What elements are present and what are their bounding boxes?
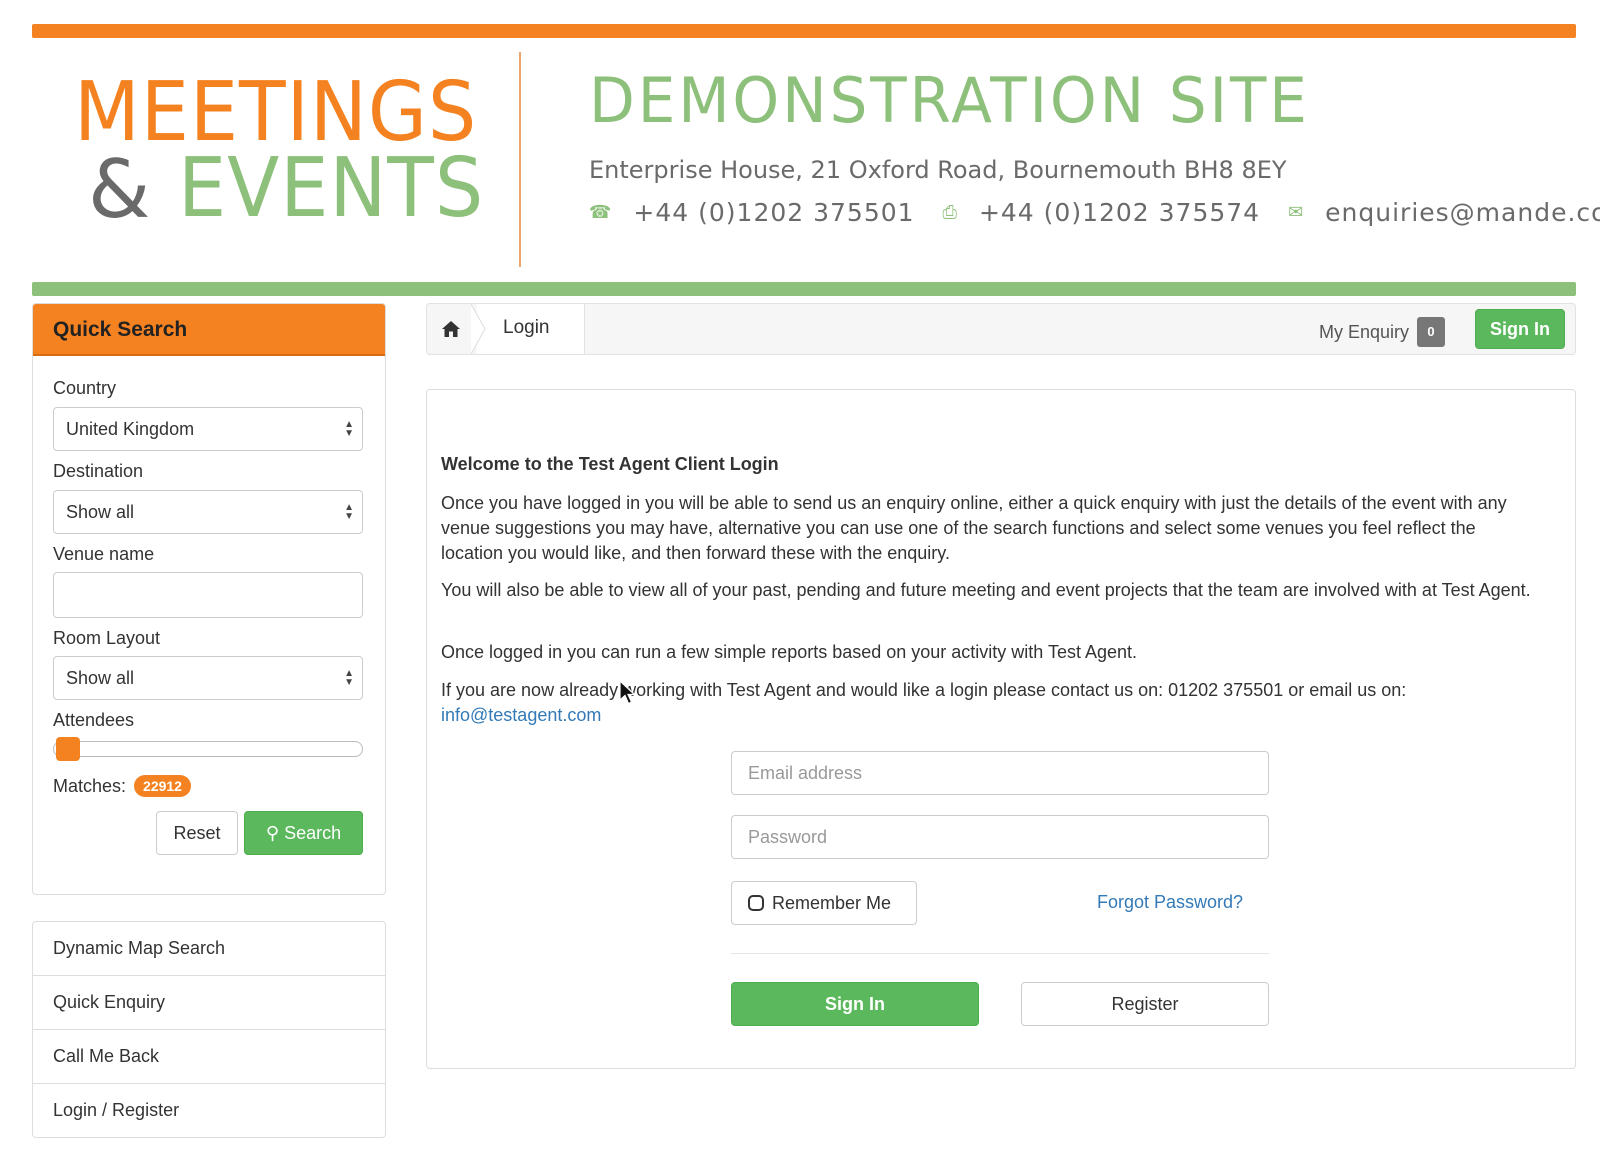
country-value: United Kingdom — [66, 419, 195, 439]
contact-text: If you are now already working with Test… — [441, 680, 1407, 700]
header-divider — [519, 52, 521, 267]
country-label: Country — [53, 378, 117, 398]
select-arrows-icon: ▲ ▼ — [344, 419, 354, 439]
link-call-me-back[interactable]: Call Me Back — [33, 1030, 385, 1084]
matches-count-badge: 22912 — [134, 775, 191, 797]
phone-number: +44 (0)1202 375501 — [633, 198, 915, 227]
phone-icon: ☎ — [589, 202, 612, 223]
mouse-cursor-icon — [619, 680, 637, 705]
search-button[interactable]: ⚲ Search — [244, 811, 363, 855]
home-icon[interactable] — [427, 304, 475, 354]
contact-line: ☎ +44 (0)1202 375501 ⎙ +44 (0)1202 37557… — [589, 198, 1600, 227]
link-quick-enquiry[interactable]: Quick Enquiry — [33, 976, 385, 1030]
search-button-label: Search — [284, 823, 342, 843]
sign-in-button[interactable]: Sign In — [731, 982, 979, 1026]
login-paragraph-4: If you are now already working with Test… — [441, 678, 1541, 728]
breadcrumb: Login My Enquiry 0 Sign In — [426, 303, 1576, 355]
forgot-password-link[interactable]: Forgot Password? — [1097, 892, 1243, 913]
matches-row: Matches: 22912 — [53, 775, 191, 797]
room-layout-value: Show all — [66, 668, 135, 688]
destination-select[interactable]: Show all ▲ ▼ — [53, 490, 363, 534]
attendees-label: Attendees — [53, 710, 135, 730]
login-heading: Welcome to the Test Agent Client Login — [441, 454, 779, 474]
envelope-icon: ✉ — [1288, 202, 1304, 223]
login-paragraph-3: Once logged in you can run a few simple … — [441, 642, 1138, 662]
attendees-slider[interactable] — [53, 737, 363, 761]
breadcrumb-current: Login — [477, 304, 585, 354]
my-enquiry-label: My Enquiry — [1318, 321, 1409, 342]
side-links: Dynamic Map Search Quick Enquiry Call Me… — [32, 921, 386, 1138]
login-paragraph-2: You will also be able to view all of you… — [441, 580, 1531, 600]
logo-ampersand: & — [88, 143, 151, 236]
room-layout-select[interactable]: Show all ▲ ▼ — [53, 656, 363, 700]
destination-value: Show all — [66, 502, 135, 522]
venue-name-label: Venue name — [53, 544, 155, 564]
my-enquiry[interactable]: My Enquiry 0 — [1319, 317, 1445, 347]
site-logo[interactable]: MEETINGS & EVENTS — [74, 66, 494, 236]
header-sign-in-button[interactable]: Sign In — [1475, 309, 1565, 349]
venue-name-input[interactable] — [53, 572, 363, 618]
select-arrows-icon: ▲ ▼ — [344, 668, 354, 688]
login-panel: Welcome to the Test Agent Client Login O… — [426, 389, 1576, 1069]
email-field[interactable]: Email address — [731, 751, 1269, 795]
my-enquiry-count: 0 — [1417, 317, 1445, 347]
quick-search-panel: Quick Search Country United Kingdom ▲ ▼ D… — [32, 303, 386, 895]
fax-icon: ⎙ — [942, 202, 957, 223]
link-dynamic-map-search[interactable]: Dynamic Map Search — [33, 922, 385, 976]
matches-label: Matches: — [53, 775, 127, 796]
breadcrumb-separator-icon — [471, 304, 486, 354]
login-paragraph-1: Once you have logged in you will be able… — [441, 493, 1507, 563]
select-arrows-icon: ▲ ▼ — [344, 502, 354, 522]
form-divider — [731, 953, 1269, 954]
quick-search-title: Quick Search — [33, 304, 385, 356]
checkbox-icon — [748, 895, 764, 911]
destination-label: Destination — [53, 461, 144, 481]
site-address: Enterprise House, 21 Oxford Road, Bourne… — [589, 156, 1287, 184]
header-bottom-bar — [32, 282, 1576, 296]
remember-me-toggle[interactable]: Remember Me — [731, 881, 917, 925]
link-login-register[interactable]: Login / Register — [33, 1084, 385, 1138]
room-layout-label: Room Layout — [53, 628, 161, 648]
contact-email[interactable]: enquiries@mande.com — [1325, 198, 1600, 227]
password-field[interactable]: Password — [731, 815, 1269, 859]
header-top-bar — [32, 24, 1576, 38]
reset-button[interactable]: Reset — [156, 811, 238, 855]
remember-me-label: Remember Me — [772, 892, 892, 913]
contact-email-link[interactable]: info@testagent.com — [441, 705, 601, 725]
slider-handle[interactable] — [56, 737, 80, 761]
register-button[interactable]: Register — [1021, 982, 1269, 1026]
country-select[interactable]: United Kingdom ▲ ▼ — [53, 407, 363, 451]
logo-events: EVENTS — [178, 141, 485, 236]
site-title: DEMONSTRATION SITE — [589, 64, 1310, 137]
search-icon: ⚲ — [265, 823, 280, 843]
fax-number: +44 (0)1202 375574 — [978, 198, 1261, 227]
